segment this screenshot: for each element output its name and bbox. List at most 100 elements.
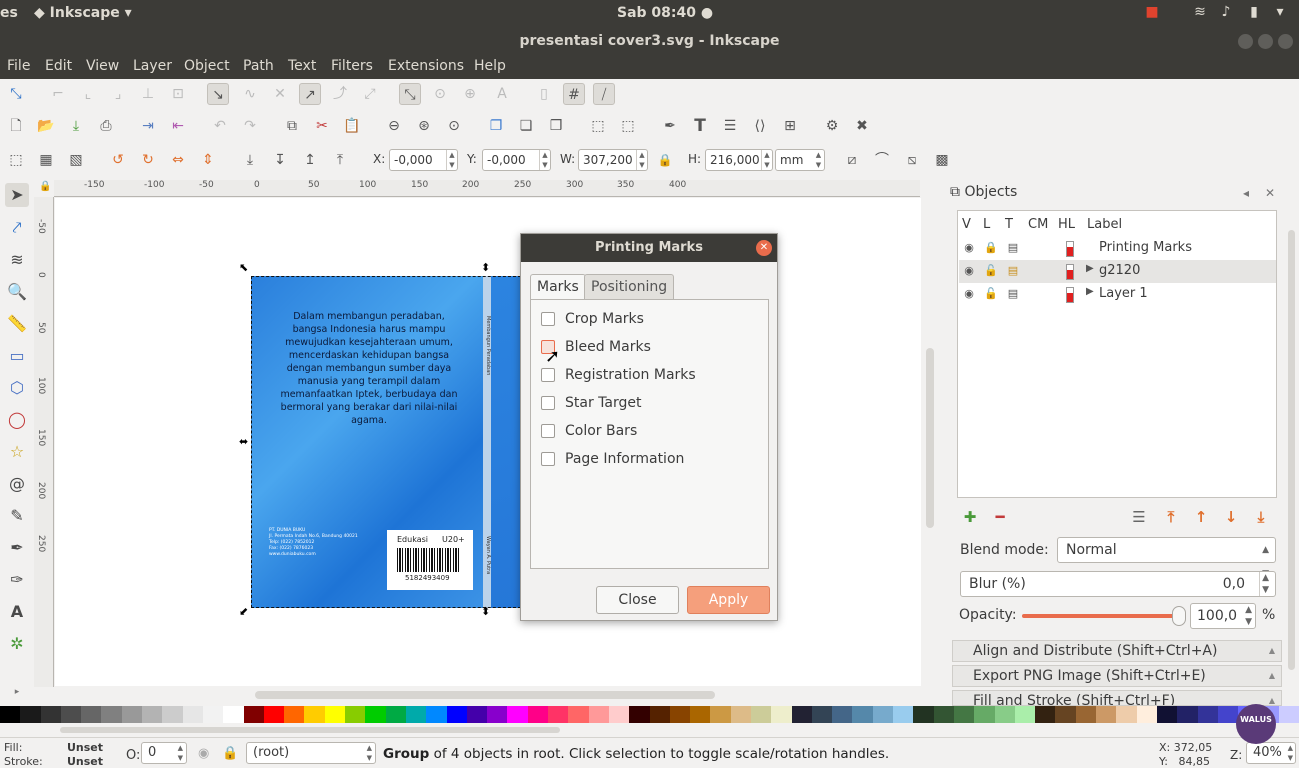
unlink-clone-icon[interactable]: ❒ xyxy=(545,115,567,137)
window-close-button[interactable] xyxy=(1278,34,1293,49)
resize-handle-sw[interactable]: ⬋ xyxy=(239,606,248,617)
column-visible[interactable]: V xyxy=(962,217,971,232)
color-swatch[interactable] xyxy=(1055,706,1076,723)
flip-horizontal-icon[interactable]: ⇔ xyxy=(167,149,189,171)
lower-bottom-icon[interactable]: ⤓ xyxy=(239,149,261,171)
current-layer-select[interactable]: (root) ▲ ▼ xyxy=(246,742,376,764)
star-tool-icon[interactable]: ☆ xyxy=(5,440,29,464)
color-swatch[interactable] xyxy=(811,706,833,723)
color-swatch[interactable] xyxy=(142,706,163,723)
color-swatch[interactable] xyxy=(466,706,488,723)
color-swatch[interactable] xyxy=(121,706,143,723)
object-row-g2120[interactable]: ◉ 🔓 ▤ ▶ g2120 xyxy=(959,260,1276,283)
wifi-icon[interactable]: ≋ xyxy=(1190,4,1210,22)
color-swatch[interactable] xyxy=(750,706,772,723)
opacity-slider[interactable] xyxy=(1022,614,1182,618)
color-swatch[interactable] xyxy=(1278,706,1299,723)
select-all-layers-icon[interactable]: ▦ xyxy=(35,149,57,171)
color-swatch[interactable] xyxy=(101,706,122,723)
color-swatch[interactable] xyxy=(324,706,346,723)
object-label[interactable]: g2120 xyxy=(1099,263,1140,278)
color-swatch[interactable] xyxy=(202,706,224,723)
color-swatch[interactable] xyxy=(730,706,751,723)
cut-icon[interactable]: ✂ xyxy=(311,115,333,137)
highlight-color-swatch[interactable] xyxy=(1066,241,1074,257)
color-swatch[interactable] xyxy=(1014,706,1036,723)
h-input[interactable]: 216,000 ▲ ▼ xyxy=(705,149,773,171)
toggle-lock-icon[interactable]: 🔒 xyxy=(222,746,238,761)
raise-object-icon[interactable]: ↑ xyxy=(1192,508,1210,526)
drawing-canvas[interactable]: Dalam membangun peradaban, bangsa Indone… xyxy=(55,198,921,686)
menu-file[interactable]: File xyxy=(7,58,30,74)
snap-bbox-corner-icon[interactable]: ⌟ xyxy=(107,83,129,105)
color-swatch[interactable] xyxy=(669,706,691,723)
save-icon[interactable]: ⤓ xyxy=(65,115,87,137)
unlock-icon[interactable]: 🔓 xyxy=(984,264,998,277)
option-label[interactable]: Color Bars xyxy=(565,423,637,439)
ungroup-icon[interactable]: ⬚ xyxy=(617,115,639,137)
zoom-selection-icon[interactable]: ⊖ xyxy=(383,115,405,137)
color-swatch[interactable] xyxy=(1035,706,1056,723)
eye-icon[interactable]: ◉ xyxy=(962,264,976,277)
color-swatch[interactable] xyxy=(527,706,549,723)
dock-scroll-thumb[interactable] xyxy=(1288,230,1295,670)
zoom-drawing-icon[interactable]: ⊛ xyxy=(413,115,435,137)
color-swatch[interactable] xyxy=(872,706,894,723)
color-swatch[interactable] xyxy=(588,706,609,723)
option-label[interactable]: Star Target xyxy=(565,395,641,411)
unit-select[interactable]: mm ▲ ▼ xyxy=(775,149,825,171)
text-font-icon[interactable]: T xyxy=(689,115,711,137)
move-patterns-icon[interactable]: ▩ xyxy=(931,149,953,171)
column-highlight[interactable]: HL xyxy=(1058,217,1075,232)
session-menu-icon[interactable]: ▾ xyxy=(1270,4,1290,22)
preferences-icon[interactable]: ⚙ xyxy=(821,115,843,137)
canvas-vscroll-thumb[interactable] xyxy=(926,348,934,528)
resize-handle-w[interactable]: ⬌ xyxy=(239,436,248,447)
blur-spin-arrows[interactable]: ▲ ▼ xyxy=(1259,572,1269,596)
menu-object[interactable]: Object xyxy=(184,58,230,74)
color-swatch[interactable] xyxy=(0,706,21,723)
spiral-tool-icon[interactable]: @ xyxy=(5,472,29,496)
lock-ratio-icon[interactable]: 🔒 xyxy=(654,149,676,171)
w-input[interactable]: 307,200 ▲ ▼ xyxy=(578,149,648,171)
raise-icon[interactable]: ↥ xyxy=(299,149,321,171)
layers-icon[interactable]: ☰ xyxy=(719,115,741,137)
rotate-ccw-icon[interactable]: ↺ xyxy=(107,149,129,171)
apply-button[interactable]: Apply xyxy=(687,586,770,614)
color-swatch[interactable] xyxy=(974,706,995,723)
new-document-icon[interactable]: 🗋 xyxy=(5,115,27,137)
volume-icon[interactable]: ♪ xyxy=(1216,4,1236,22)
checkbox[interactable] xyxy=(541,424,555,438)
color-swatch[interactable] xyxy=(81,706,102,723)
color-swatch[interactable] xyxy=(304,706,325,723)
object-row-printing-marks[interactable]: ◉ 🔒 ▤ Printing Marks xyxy=(959,237,1276,260)
color-swatch[interactable] xyxy=(1075,706,1097,723)
snap-text-baseline-icon[interactable]: A xyxy=(491,83,513,105)
export-icon[interactable]: ⇤ xyxy=(167,115,189,137)
pen-tool-icon[interactable]: ✒ xyxy=(5,536,29,560)
collapse-arrow-icon[interactable]: ▲ xyxy=(1269,641,1275,661)
checkbox[interactable] xyxy=(541,368,555,382)
x-input[interactable]: -0,000 ▲ ▼ xyxy=(389,149,458,171)
snap-bbox-center-icon[interactable]: ⊡ xyxy=(167,83,189,105)
calligraphy-tool-icon[interactable]: ✑ xyxy=(5,568,29,592)
checkbox[interactable] xyxy=(541,396,555,410)
snap-midpoint-icon[interactable]: ⤢ xyxy=(359,83,381,105)
undo-icon[interactable]: ↶ xyxy=(209,115,231,137)
snap-intersection-icon[interactable]: ✕ xyxy=(269,83,291,105)
color-swatch[interactable] xyxy=(182,706,203,723)
canvas-hscroll-thumb[interactable] xyxy=(255,691,715,699)
snap-enable-icon[interactable]: ⤡ xyxy=(5,83,27,105)
expand-arrow-icon[interactable]: ▶ xyxy=(1086,263,1094,274)
menu-extensions[interactable]: Extensions xyxy=(388,58,464,74)
object-row-layer-1[interactable]: ◉ 🔓 ▤ ▶ Layer 1 xyxy=(959,283,1276,306)
color-swatch[interactable] xyxy=(649,706,670,723)
blend-mode-select[interactable]: Normal▲▼ xyxy=(1057,537,1276,579)
color-swatch[interactable] xyxy=(1096,706,1117,723)
blur-input[interactable]: Blur (%) 0,0 ▲ ▼ xyxy=(960,571,1276,597)
menu-path[interactable]: Path xyxy=(243,58,274,74)
lower-to-bottom-icon[interactable]: ⤓ xyxy=(1252,508,1270,526)
color-swatch[interactable] xyxy=(426,706,447,723)
deselect-icon[interactable]: ▧ xyxy=(65,149,87,171)
snap-bbox-midpoint-icon[interactable]: ⊥ xyxy=(137,83,159,105)
